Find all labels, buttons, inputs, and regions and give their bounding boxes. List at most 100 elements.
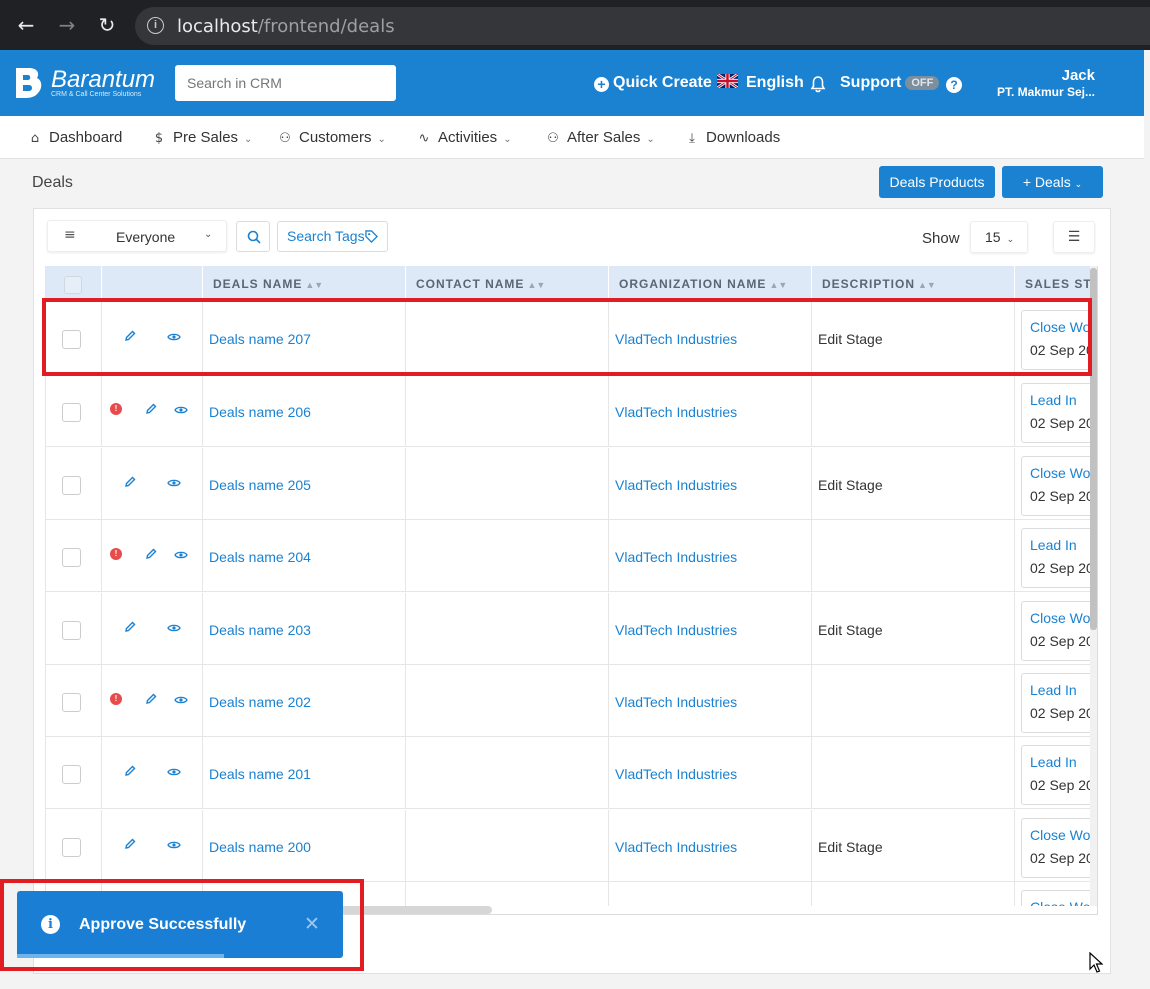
search-tags-button[interactable]: Search Tags (277, 221, 388, 252)
page-size-select[interactable]: 15 ⌄ (970, 221, 1028, 253)
chevron-down-icon: ⌄ (244, 134, 253, 145)
columns-menu-icon[interactable]: ☰ (1053, 221, 1095, 253)
deal-name-link[interactable]: Deals name 202 (209, 694, 311, 710)
add-deals-button[interactable]: + Deals ⌄ (1002, 166, 1103, 198)
organization-cell: VladTech Industries (609, 665, 812, 736)
row-checkbox[interactable] (62, 621, 81, 640)
quick-create-button[interactable]: + Quick Create (594, 74, 712, 92)
deal-name-link[interactable]: Deals name 203 (209, 622, 311, 638)
contact-name-cell (406, 737, 609, 808)
crm-search-input[interactable] (175, 65, 396, 101)
select-cell (46, 375, 102, 446)
edit-icon[interactable] (145, 547, 157, 563)
deal-name-cell: Deals name 204 (203, 520, 406, 591)
reload-icon[interactable]: ↻ (95, 13, 119, 37)
view-eye-icon[interactable] (174, 692, 188, 708)
column-header-contact-name[interactable]: CONTACT NAME ▲▼ (406, 266, 609, 302)
organization-link[interactable]: VladTech Industries (615, 477, 737, 493)
owner-filter-select[interactable]: ≡ Everyone ⌄ (47, 220, 227, 252)
app-header: Barantum CRM & Call Center Solutions +Qu… (0, 50, 1144, 116)
select-cell (46, 520, 102, 591)
deal-name-link[interactable]: Deals name 201 (209, 766, 311, 782)
row-checkbox[interactable] (62, 693, 81, 712)
chevron-down-icon: ⌄ (377, 134, 386, 145)
nav-customers[interactable]: ⚇ Customers ⌄ (277, 129, 386, 146)
row-checkbox[interactable] (62, 548, 81, 567)
column-header-sales-stage[interactable]: SALES STA (1015, 266, 1090, 302)
sales-stage-box[interactable]: Close Wo 02 Sep 202 (1021, 456, 1090, 516)
sales-stage-box[interactable]: Lead In 02 Sep 202 (1021, 745, 1090, 805)
actions-cell (102, 448, 203, 519)
forward-arrow-icon[interactable]: → (55, 13, 79, 37)
sales-stage-box[interactable]: Lead In 02 Sep 202 (1021, 528, 1090, 588)
sales-stage-date: 02 Sep 202 (1030, 415, 1090, 431)
deal-name-link[interactable]: Deals name 206 (209, 404, 311, 420)
sales-stage-box[interactable]: Close Wo 02 Sep 202 (1021, 818, 1090, 878)
view-eye-icon[interactable] (174, 402, 188, 418)
organization-link[interactable]: VladTech Industries (615, 839, 737, 855)
language-selector[interactable]: English (717, 74, 804, 92)
sales-stage-name: Close Wo (1030, 610, 1090, 626)
deal-name-link[interactable]: Deals name 205 (209, 477, 311, 493)
sales-stage-cell: Lead In 02 Sep 202 (1015, 375, 1090, 446)
nav-downloads[interactable]: ⤓ Downloads (684, 129, 780, 146)
organization-link[interactable]: VladTech Industries (615, 766, 737, 782)
organization-link[interactable]: VladTech Industries (615, 622, 737, 638)
nav-after-sales[interactable]: ⚇ After Sales ⌄ (545, 129, 655, 146)
row-checkbox[interactable] (62, 403, 81, 422)
user-company[interactable]: PT. Makmur Sej... (980, 85, 1095, 99)
warning-icon[interactable]: ! (110, 548, 122, 560)
column-header-description[interactable]: DESCRIPTION ▲▼ (812, 266, 1015, 302)
nav-dashboard[interactable]: ⌂ Dashboard (27, 129, 123, 146)
sales-stage-cell: Close Wo (1015, 882, 1090, 906)
address-bar[interactable]: i localhost/frontend/deals (135, 7, 1150, 45)
row-checkbox[interactable] (62, 838, 81, 857)
column-header-deals-name[interactable]: DEALS NAME ▲▼ (203, 266, 406, 302)
edit-icon[interactable] (145, 692, 157, 708)
edit-icon[interactable] (145, 402, 157, 418)
warning-icon[interactable]: ! (110, 693, 122, 705)
support-toggle-switch[interactable]: OFF (905, 76, 940, 90)
sales-stage-box[interactable]: Close Wo (1021, 890, 1090, 906)
description-cell (812, 882, 1015, 906)
edit-icon[interactable] (124, 475, 136, 491)
user-name[interactable]: Jack (960, 67, 1095, 84)
row-checkbox[interactable] (62, 765, 81, 784)
sales-stage-box[interactable]: Lead In 02 Sep 202 (1021, 383, 1090, 443)
view-eye-icon[interactable] (167, 475, 181, 491)
actions-cell (102, 593, 203, 664)
select-all-checkbox[interactable] (64, 276, 82, 294)
organization-link[interactable]: VladTech Industries (615, 694, 737, 710)
view-eye-icon[interactable] (167, 620, 181, 636)
table-row: Deals name 201 VladTech Industries Lead In… (46, 737, 1090, 809)
sales-stage-box[interactable]: Close Wo 02 Sep 202 (1021, 601, 1090, 661)
url-text[interactable]: localhost/frontend/deals (177, 16, 395, 37)
organization-link[interactable]: VladTech Industries (615, 404, 737, 420)
deal-name-link[interactable]: Deals name 200 (209, 839, 311, 855)
support-toggle[interactable]: Support OFF (840, 74, 940, 92)
sales-stage-cell: Lead In 02 Sep 202 (1015, 520, 1090, 591)
sales-stage-cell: Lead In 02 Sep 202 (1015, 737, 1090, 808)
view-eye-icon[interactable] (167, 837, 181, 853)
organization-link[interactable]: VladTech Industries (615, 549, 737, 565)
deal-name-link[interactable]: Deals name 204 (209, 549, 311, 565)
organization-cell: VladTech Industries (609, 520, 812, 591)
view-eye-icon[interactable] (167, 764, 181, 780)
nav-activities[interactable]: ∿ Activities ⌄ (416, 129, 512, 146)
edit-icon[interactable] (124, 837, 136, 853)
contact-name-cell (406, 520, 609, 591)
edit-icon[interactable] (124, 764, 136, 780)
row-checkbox[interactable] (62, 476, 81, 495)
deals-products-button[interactable]: Deals Products (879, 166, 995, 198)
column-header-organization-name[interactable]: ORGANIZATION NAME ▲▼ (609, 266, 812, 302)
sales-stage-box[interactable]: Lead In 02 Sep 202 (1021, 673, 1090, 733)
back-arrow-icon[interactable]: ← (14, 13, 38, 37)
warning-icon[interactable]: ! (110, 403, 122, 415)
view-eye-icon[interactable] (174, 547, 188, 563)
sales-stage-date: 02 Sep 202 (1030, 705, 1090, 721)
search-button[interactable] (236, 221, 270, 252)
nav-pre-sales[interactable]: $ Pre Sales ⌄ (151, 129, 253, 146)
notification-bell-icon[interactable] (810, 76, 826, 98)
site-info-icon[interactable]: i (147, 17, 164, 34)
edit-icon[interactable] (124, 620, 136, 636)
